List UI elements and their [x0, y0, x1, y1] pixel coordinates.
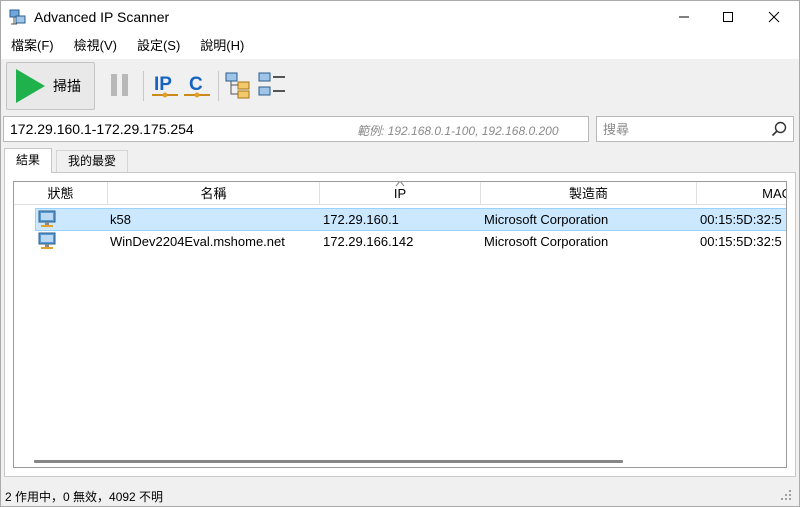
- row-mac: 00:15:5D:32:5: [700, 212, 782, 227]
- search-icon[interactable]: [771, 121, 787, 137]
- results-list[interactable]: 狀態 名稱 IP 製造商 MAC k58 172.29.160.1: [13, 181, 787, 468]
- svg-text:IP: IP: [154, 74, 172, 95]
- row-ip: 172.29.160.1: [323, 212, 399, 227]
- close-icon: [768, 11, 780, 23]
- toolbar-separator: [218, 71, 219, 101]
- toolbar: 掃描 IP C: [1, 59, 799, 113]
- status-text: 2 作用中，0 無效，4092 不明: [5, 490, 164, 504]
- app-window: Advanced IP Scanner 檔案(F) 檢視(V) 設定(S) 說明…: [0, 0, 800, 507]
- pause-icon[interactable]: [105, 70, 135, 100]
- status-bar: 2 作用中，0 無效，4092 不明: [1, 482, 799, 506]
- network-app-icon: [9, 9, 26, 25]
- list-header: 狀態 名稱 IP 製造商 MAC: [14, 182, 786, 205]
- title-bar[interactable]: Advanced IP Scanner: [1, 1, 799, 33]
- row-manufacturer: Microsoft Corporation: [484, 212, 609, 227]
- column-manufacturer[interactable]: 製造商: [481, 182, 697, 205]
- maximize-icon: [723, 12, 733, 22]
- resize-grip-icon[interactable]: [777, 486, 793, 502]
- svg-text:C: C: [189, 74, 203, 95]
- menu-bar: 檔案(F) 檢視(V) 設定(S) 說明(H): [1, 33, 799, 59]
- ip-icon[interactable]: IP: [150, 70, 180, 100]
- search-input[interactable]: [597, 117, 767, 141]
- table-row[interactable]: k58 172.29.160.1 Microsoft Corporation 0…: [35, 208, 786, 231]
- column-status[interactable]: 狀態: [14, 182, 108, 205]
- play-icon: [16, 69, 45, 103]
- scan-button[interactable]: 掃描: [6, 62, 95, 110]
- row-mac: 00:15:5D:32:5: [700, 234, 782, 249]
- menu-file[interactable]: 檔案(F): [1, 33, 64, 59]
- horizontal-scrollbar[interactable]: [14, 453, 786, 467]
- menu-help[interactable]: 說明(H): [190, 33, 254, 59]
- menu-view[interactable]: 檢視(V): [64, 33, 127, 59]
- tab-favorites[interactable]: 我的最愛: [56, 150, 129, 172]
- expand-all-icon[interactable]: [224, 70, 254, 100]
- search-box[interactable]: [596, 116, 794, 142]
- window-title: Advanced IP Scanner: [34, 9, 170, 25]
- minimize-button[interactable]: [661, 1, 707, 33]
- row-name: WinDev2204Eval.mshome.net: [110, 234, 285, 249]
- range-row: 範例: 192.168.0.1-100, 192.168.0.200: [1, 116, 799, 142]
- scrollbar-thumb[interactable]: [34, 460, 623, 463]
- close-button[interactable]: [751, 1, 797, 33]
- row-name: k58: [110, 212, 131, 227]
- menu-settings[interactable]: 設定(S): [127, 33, 190, 59]
- scan-label: 掃描: [53, 78, 81, 94]
- computer-icon: [38, 232, 56, 249]
- range-hint: 範例: 192.168.0.1-100, 192.168.0.200: [357, 124, 559, 138]
- column-mac[interactable]: MAC: [697, 182, 786, 205]
- table-row[interactable]: WinDev2204Eval.mshome.net 172.29.166.142…: [35, 231, 786, 254]
- computer-icon: [38, 210, 56, 227]
- row-ip: 172.29.166.142: [323, 234, 414, 249]
- row-manufacturer: Microsoft Corporation: [484, 234, 609, 249]
- minimize-icon: [679, 16, 689, 18]
- collapse-all-icon[interactable]: [257, 70, 287, 100]
- tab-bar: 結果 我的最愛: [1, 148, 799, 173]
- c-class-icon[interactable]: C: [182, 70, 212, 100]
- tab-results[interactable]: 結果: [4, 148, 53, 173]
- maximize-button[interactable]: [705, 1, 751, 33]
- column-name[interactable]: 名稱: [108, 182, 320, 205]
- toolbar-separator: [143, 71, 144, 101]
- sort-ascending-icon: [395, 182, 405, 187]
- results-panel: 狀態 名稱 IP 製造商 MAC k58 172.29.160.1: [4, 172, 796, 477]
